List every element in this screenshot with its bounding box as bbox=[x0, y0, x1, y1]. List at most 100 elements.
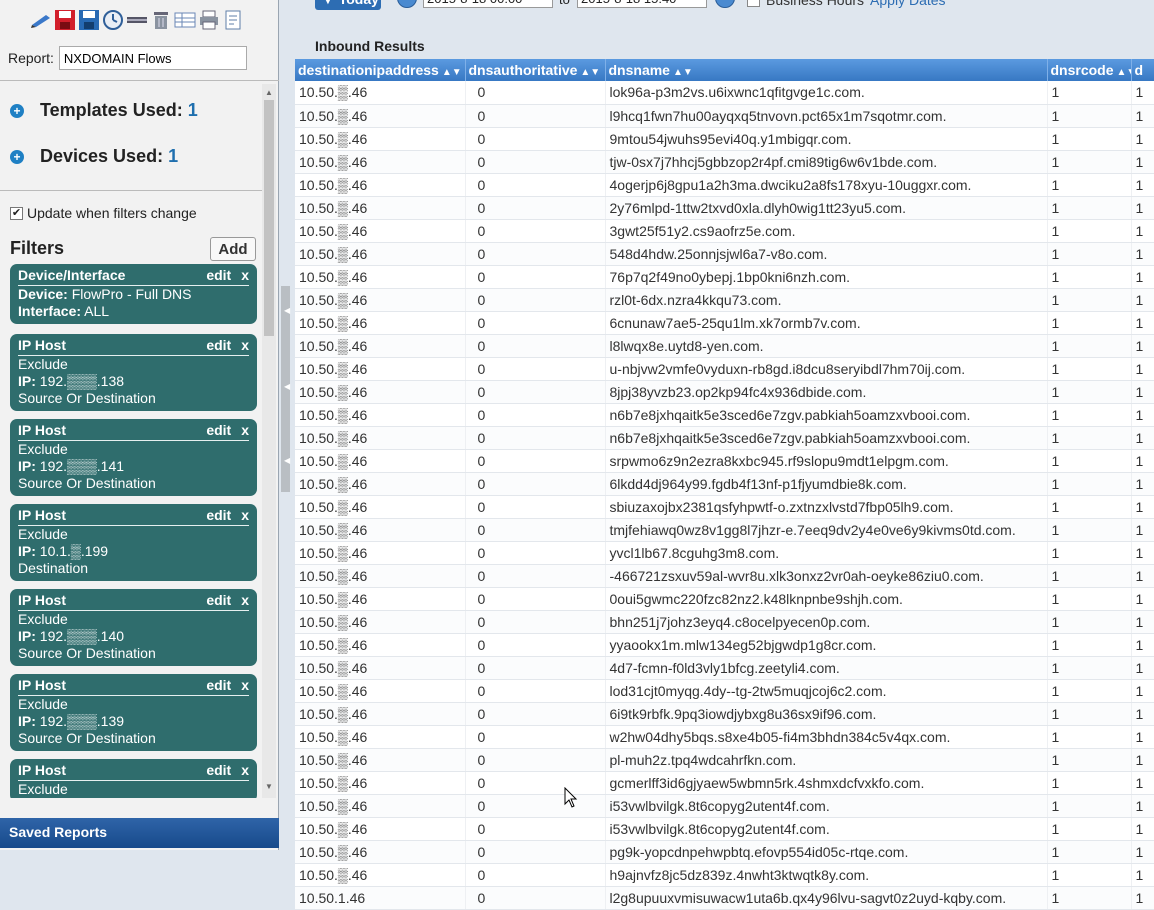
table-row[interactable]: 10.50.▒.46 0 l8lwqx8e.uytd8-yen.com. 1 1 bbox=[295, 334, 1154, 358]
pencil-icon[interactable] bbox=[30, 9, 52, 31]
previous-period-icon[interactable] bbox=[397, 0, 417, 8]
table-row[interactable]: 10.50.▒.46 0 n6b7e8jxhqaitk5e3sced6e7zgv.p… bbox=[295, 426, 1154, 450]
table-row[interactable]: 10.50.▒.46 0 3gwt25f51y2.cs9aofrz5e.com. 1 1 bbox=[295, 219, 1154, 243]
table-row[interactable]: 10.50.▒.46 0 tmjfehiawq0wz8v1gg8l7jhzr-e.7… bbox=[295, 518, 1154, 542]
table-row[interactable]: 10.50.▒.46 0 n6b7e8jxhqaitk5e3sced6e7zgv.p… bbox=[295, 403, 1154, 427]
filter-card[interactable]: IP Host edit x Exclude IP: 192.▒▒▒.141 Source… bbox=[10, 419, 257, 496]
table-row[interactable]: 10.50.▒.46 0 sbiuzaxojbx2381qsfyhpwtf-o.zx… bbox=[295, 495, 1154, 519]
add-filter-button[interactable]: Add bbox=[210, 237, 256, 261]
table-row[interactable]: 10.50.▒.46 0 i53vwlbvilgk.8t6copyg2utent4f… bbox=[295, 817, 1154, 841]
filter-card[interactable]: IP Host edit x Exclude IP: 192.▒▒▒.140 Source… bbox=[10, 589, 257, 666]
business-hours-option[interactable]: Business Hours Apply Dates bbox=[747, 0, 946, 8]
start-date-input[interactable]: 2015-8-18 00:00 bbox=[423, 0, 553, 8]
table-row[interactable]: 10.50.▒.46 0 4d7-fcmn-f0ld3vly1bfcg.zeetyl… bbox=[295, 656, 1154, 680]
business-hours-checkbox[interactable] bbox=[747, 0, 760, 7]
edit-filter-link[interactable]: edit bbox=[206, 507, 231, 523]
expand-plus-icon[interactable]: + bbox=[10, 149, 24, 164]
table-row[interactable]: 10.50.▒.46 0 8jpj38yvzb23.op2kp94fc4x936db… bbox=[295, 380, 1154, 404]
table-row[interactable]: 10.50.▒.46 0 4ogerjp6j8gpu1a2h3ma.dwciku2a… bbox=[295, 173, 1154, 197]
clock-icon[interactable] bbox=[102, 9, 124, 31]
filter-card[interactable]: IP Host edit x Exclude IP: 192.▒▒▒.139 Source… bbox=[10, 674, 257, 751]
templates-used-header[interactable]: + Templates Used: 1 bbox=[10, 100, 198, 121]
table-row[interactable]: 10.50.▒.46 0 lod31cjt0myqg.4dy--tg-2tw5muq… bbox=[295, 679, 1154, 703]
scroll-thumb[interactable] bbox=[264, 100, 274, 336]
edit-filter-link[interactable]: edit bbox=[206, 762, 231, 778]
table-row[interactable]: 10.50.▒.46 0 76p7q2f49no0ybepj.1bp0kni6nzh… bbox=[295, 265, 1154, 289]
update-filters-row[interactable]: ✔ Update when filters change bbox=[10, 205, 197, 221]
table-row[interactable]: 10.50.▒.46 0 i53vwlbvilgk.8t6copyg2utent4f… bbox=[295, 794, 1154, 818]
table-row[interactable]: 10.50.▒.46 0 pl-muh2z.tpq4wdcahrfkn.com. 1 1 bbox=[295, 748, 1154, 772]
sort-icon[interactable]: ▲▼ bbox=[442, 67, 462, 78]
sort-icon[interactable]: ▲▼ bbox=[1117, 67, 1130, 78]
trash-icon[interactable] bbox=[150, 9, 172, 31]
edit-filter-link[interactable]: edit bbox=[206, 677, 231, 693]
splitter-handle[interactable]: ◀ ◀ ◀ bbox=[281, 286, 290, 492]
table-row[interactable]: 10.50.▒.46 0 yvcl1lb67.8cguhg3m8.com. 1 1 bbox=[295, 541, 1154, 565]
table-row[interactable]: 10.50.▒.46 0 yyaookx1m.mlw134eg52bjgwdp1g8… bbox=[295, 633, 1154, 657]
column-header-dnsrcode[interactable]: dnsrcode▲▼ bbox=[1047, 59, 1132, 81]
apply-dates-link[interactable]: Apply Dates bbox=[870, 0, 945, 8]
collapse-arrow-icon[interactable]: ◀ bbox=[284, 382, 290, 391]
table-row[interactable]: 10.50.▒.46 0 l9hcq1fwn7hu00ayqxq5tnvovn.pc… bbox=[295, 104, 1154, 128]
collapse-arrow-icon[interactable]: ◀ bbox=[284, 456, 290, 465]
scroll-down-arrow-icon[interactable]: ▼ bbox=[265, 782, 273, 791]
report-name-input[interactable] bbox=[58, 46, 247, 70]
edit-filter-link[interactable]: edit bbox=[206, 267, 231, 283]
edit-filter-link[interactable]: edit bbox=[206, 422, 231, 438]
filter-card[interactable]: IP Host edit x Exclude IP: 192.▒▒▒.138 Source… bbox=[10, 334, 257, 411]
table-row[interactable]: 10.50.▒.46 0 2y76mlpd-1ttw2txvd0xla.dlyh0w… bbox=[295, 196, 1154, 220]
edit-filter-link[interactable]: edit bbox=[206, 592, 231, 608]
table-row[interactable]: 10.50.▒.46 0 6lkdd4dj964y99.fgdb4f13nf-p1f… bbox=[295, 472, 1154, 496]
print-icon[interactable] bbox=[198, 9, 220, 31]
column-header-d[interactable]: d bbox=[1131, 59, 1154, 81]
end-date-input[interactable]: 2015-8-18 15:40 bbox=[577, 0, 707, 8]
filter-card[interactable]: IP Host edit x Exclude bbox=[10, 759, 257, 798]
filters-scroll-area[interactable]: + Templates Used: 1 + Devices Used: 1 ✔ … bbox=[0, 84, 279, 798]
table-row[interactable]: 10.50.▒.46 0 pg9k-yopcdnpehwpbtq.efovp554i… bbox=[295, 840, 1154, 864]
table-row[interactable]: 10.50.▒.46 0 rzl0t-6dx.nzra4kkqu73.com. 1 1 bbox=[295, 288, 1154, 312]
expand-plus-icon[interactable]: + bbox=[10, 103, 24, 118]
remove-filter-link[interactable]: x bbox=[241, 762, 249, 778]
table-row[interactable]: 10.50.1.46 0 l2g8upuuxvmisuwacw1uta6b.qx4y… bbox=[295, 886, 1154, 910]
sort-icon[interactable]: ▲▼ bbox=[673, 67, 693, 78]
table-row[interactable]: 10.50.▒.46 0 lok96a-p3m2vs.u6ixwnc1qfitgvg… bbox=[295, 81, 1154, 105]
table-row[interactable]: 10.50.▒.46 0 tjw-0sx7j7hhcj5gbbzop2r4pf.cm… bbox=[295, 150, 1154, 174]
filter-card[interactable]: IP Host edit x Exclude IP: 10.1.▒.199 Destina… bbox=[10, 504, 257, 581]
table-row[interactable]: 10.50.▒.46 0 u-nbjvw2vmfe0vyduxn-rb8gd.i8d… bbox=[295, 357, 1154, 381]
table-row[interactable]: 10.50.▒.46 0 548d4hdw.25onnjsjwl6a7-v8o.co… bbox=[295, 242, 1154, 266]
table-row[interactable]: 10.50.▒.46 0 h9ajnvfz8jc5dz839z.4nwht3ktwq… bbox=[295, 863, 1154, 887]
remove-filter-link[interactable]: x bbox=[241, 677, 249, 693]
sort-icon[interactable]: ▲▼ bbox=[580, 67, 600, 78]
table-row[interactable]: 10.50.▒.46 0 -466721zsxuv59al-wvr8u.xlk3on… bbox=[295, 564, 1154, 588]
remove-filter-link[interactable]: x bbox=[241, 592, 249, 608]
table-row[interactable]: 10.50.▒.46 0 srpwmo6z9n2ezra8kxbc945.rf9sl… bbox=[295, 449, 1154, 473]
table-row[interactable]: 10.50.▒.46 0 bhn251j7johz3eyq4.c8ocelpyece… bbox=[295, 610, 1154, 634]
ruler-icon[interactable] bbox=[126, 9, 148, 31]
table-row[interactable]: 10.50.▒.46 0 6cnunaw7ae5-25qu1lm.xk7ormb7v… bbox=[295, 311, 1154, 335]
remove-filter-link[interactable]: x bbox=[241, 507, 249, 523]
scroll-up-arrow-icon[interactable]: ▲ bbox=[265, 88, 273, 97]
edit-filter-link[interactable]: edit bbox=[206, 337, 231, 353]
panel-splitter[interactable]: ◀ ◀ ◀ bbox=[279, 0, 293, 910]
column-header-dnsname[interactable]: dnsname ▲▼ bbox=[605, 59, 1048, 81]
save-as-icon[interactable] bbox=[78, 9, 100, 31]
update-filters-checkbox[interactable]: ✔ bbox=[10, 206, 23, 220]
today-dropdown-button[interactable]: ▼ Today bbox=[315, 0, 381, 10]
table-row[interactable]: 10.50.▒.46 0 0oui5gwmc220fzc82nz2.k48lknpn… bbox=[295, 587, 1154, 611]
export-icon[interactable] bbox=[222, 9, 244, 31]
remove-filter-link[interactable]: x bbox=[241, 337, 249, 353]
remove-filter-link[interactable]: x bbox=[241, 267, 249, 283]
table-row[interactable]: 10.50.▒.46 0 gcmerlff3id6gjyaew5wbmn5rk.4s… bbox=[295, 771, 1154, 795]
next-period-icon[interactable] bbox=[715, 0, 735, 8]
table-row[interactable]: 10.50.▒.46 0 9mtou54jwuhs95evi40q.y1mbigqr… bbox=[295, 127, 1154, 151]
column-header-destinationipaddress[interactable]: destinationipaddress ▲▼ bbox=[295, 59, 466, 81]
filters-scrollbar[interactable]: ▲ ▼ bbox=[262, 84, 276, 798]
save-icon[interactable] bbox=[54, 9, 76, 31]
filter-card[interactable]: Device/Interface edit x Device: FlowPro - F… bbox=[10, 264, 257, 324]
table-row[interactable]: 10.50.▒.46 0 6i9tk9rbfk.9pq3iowdjybxg8u36s… bbox=[295, 702, 1154, 726]
saved-reports-bar[interactable]: Saved Reports bbox=[0, 818, 279, 848]
remove-filter-link[interactable]: x bbox=[241, 422, 249, 438]
table-row[interactable]: 10.50.▒.46 0 w2hw04dhy5bqs.s8xe4b05-fi4m3b… bbox=[295, 725, 1154, 749]
table-icon[interactable] bbox=[174, 9, 196, 31]
devices-used-header[interactable]: + Devices Used: 1 bbox=[10, 146, 178, 167]
